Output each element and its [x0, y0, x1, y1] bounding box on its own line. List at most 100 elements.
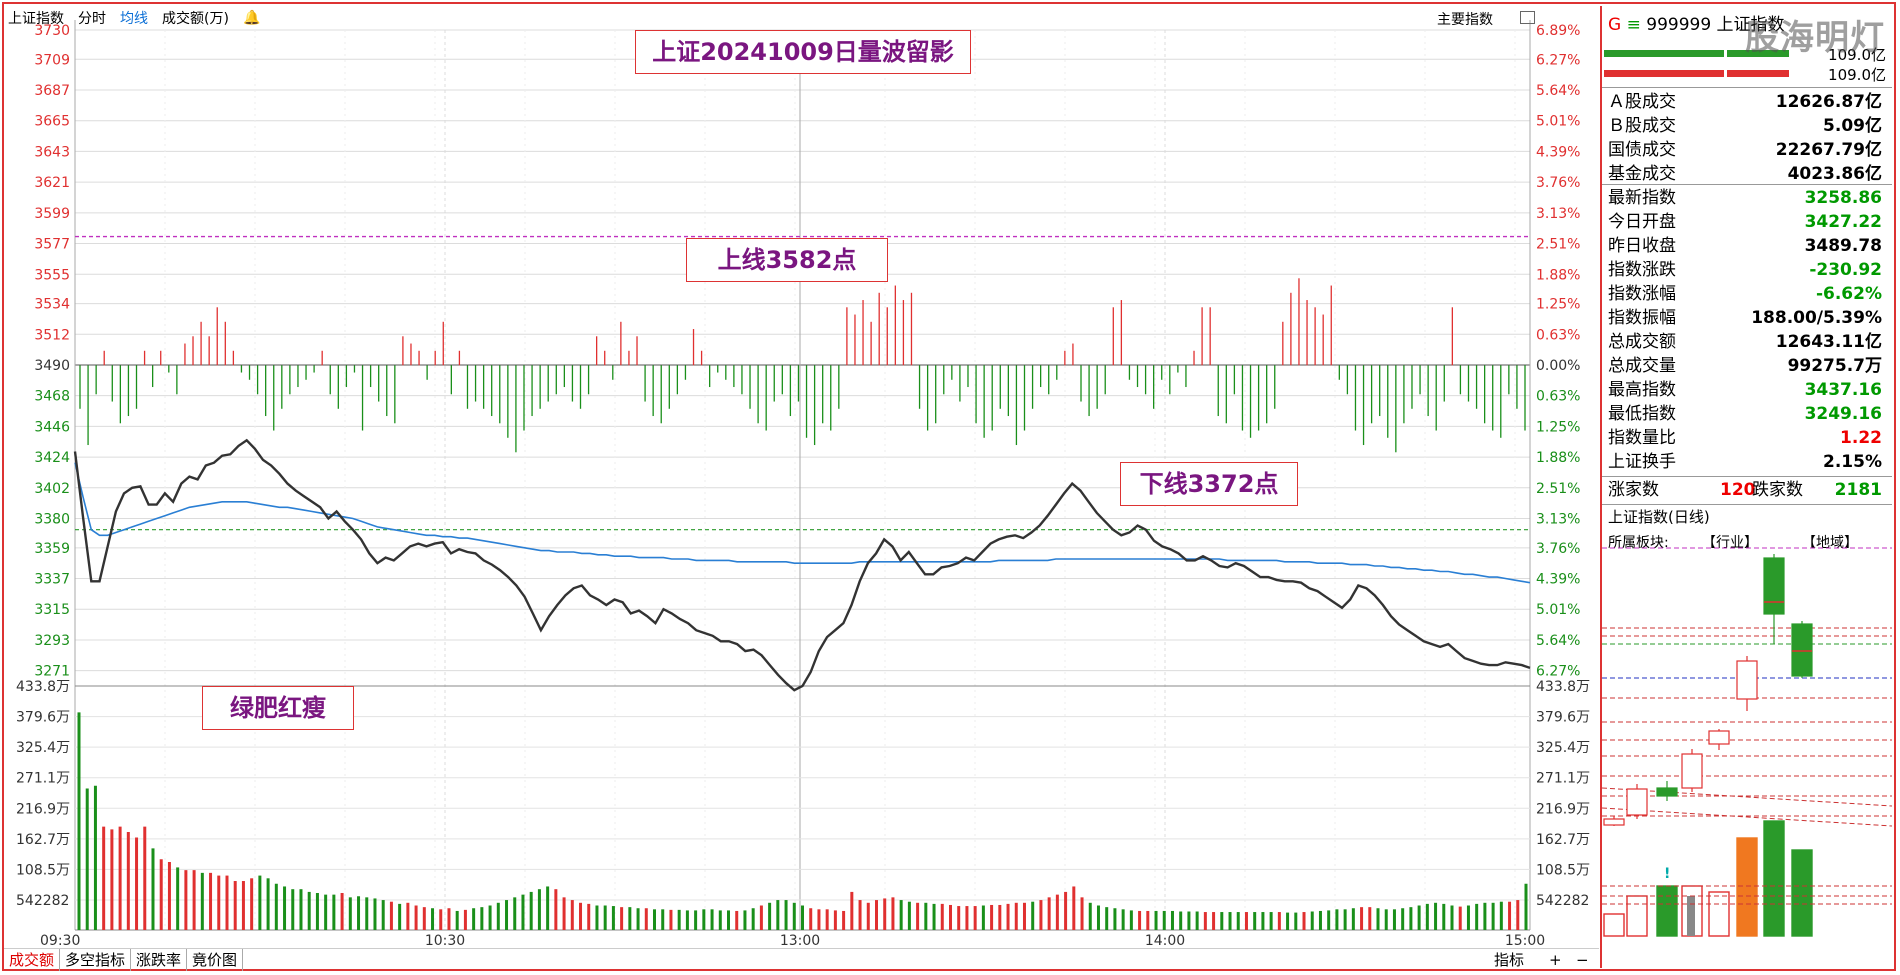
- group-prefix: G: [1608, 15, 1622, 35]
- stat-row: Ｂ股成交 5.09亿: [1602, 114, 1892, 138]
- zoom-in-button[interactable]: +: [1549, 949, 1562, 971]
- stat-value: 12643.11亿: [1775, 332, 1882, 352]
- time-tick: 13:00: [780, 933, 820, 949]
- tab-auction[interactable]: 竟价图: [187, 949, 244, 971]
- price-tick-left: 3293: [34, 633, 70, 649]
- stat-value: 188.00/5.39%: [1751, 308, 1882, 328]
- percent-tick-right: 6.89%: [1536, 23, 1580, 39]
- daily-kline-chart[interactable]: !: [1602, 526, 1892, 946]
- stat-value: 3249.16: [1804, 404, 1882, 424]
- percent-tick-right: 0.00%: [1536, 358, 1580, 374]
- percent-tick-right: 5.64%: [1536, 633, 1580, 649]
- tab-turnover-amount[interactable]: 成交额: [4, 949, 61, 971]
- percent-tick-right: 1.25%: [1536, 297, 1580, 313]
- sell-bar: [1604, 70, 1724, 77]
- mini-candle-body: [1763, 557, 1785, 615]
- indicator-button[interactable]: 指标: [1494, 949, 1524, 971]
- stat-label: 指数涨幅: [1608, 284, 1676, 304]
- stat-label: 最低指数: [1608, 404, 1676, 424]
- stat-value: -6.62%: [1815, 284, 1882, 304]
- stat-label: 基金成交: [1608, 164, 1676, 184]
- percent-tick-right: 6.27%: [1536, 52, 1580, 68]
- upper-line-annotation: 上线3582点: [686, 238, 888, 282]
- price-tick-left: 3337: [34, 572, 70, 588]
- percent-tick-right: 3.76%: [1536, 175, 1580, 191]
- time-tick: 15:00: [1505, 933, 1545, 949]
- volume-tick-right: 271.1万: [1536, 771, 1590, 787]
- percent-tick-right: 2.51%: [1536, 237, 1580, 253]
- stat-row: 最新指数 3258.86: [1602, 184, 1892, 210]
- volume-tick-right: 216.9万: [1536, 801, 1590, 817]
- stat-row: 总成交额 12643.11亿: [1602, 330, 1892, 354]
- stat-label: 最新指数: [1608, 188, 1676, 208]
- stat-label: 上证换手: [1608, 452, 1676, 472]
- mini-candle-body: [1681, 753, 1703, 789]
- stat-row: 昨日收盘 3489.78: [1602, 234, 1892, 258]
- percent-tick-right: 2.51%: [1536, 481, 1580, 497]
- zoom-out-button[interactable]: −: [1576, 949, 1589, 971]
- price-tick-left: 3687: [34, 83, 70, 99]
- right-info-panel: G ≡ 999999 上证指数 109.0亿 109.0亿 Ａ股成交 12626.…: [1600, 6, 1894, 968]
- stat-value: 3489.78: [1804, 236, 1882, 256]
- panel-toggle-icon[interactable]: [1520, 11, 1535, 24]
- volume-tick-left: 271.1万: [16, 771, 70, 787]
- mini-volume-bar: [1626, 895, 1648, 937]
- stat-label: 今日开盘: [1608, 212, 1676, 232]
- title-annotation: 上证20241009日量波留影: [635, 30, 971, 74]
- stat-label: Ａ股成交: [1608, 92, 1676, 112]
- stat-value: 99275.7万: [1787, 356, 1882, 376]
- tab-average-line[interactable]: 均线: [120, 8, 148, 28]
- intraday-chart[interactable]: 3730 6.89%3709 6.27%3687 5.64%3665 5.01%3643…: [0, 0, 1600, 975]
- stat-row: 最低指数 3249.16: [1602, 402, 1892, 426]
- percent-tick-right: 1.25%: [1536, 419, 1580, 435]
- stat-value: 5.09亿: [1823, 116, 1882, 136]
- price-tick-left: 3621: [34, 175, 70, 191]
- price-tick-left: 3599: [34, 206, 70, 222]
- tab-turnover[interactable]: 成交额(万): [162, 8, 229, 28]
- price-tick-left: 3665: [34, 114, 70, 130]
- stat-label: 最高指数: [1608, 380, 1676, 400]
- tab-time-share[interactable]: 分时: [78, 8, 106, 28]
- bottom-tab-bar: 成交额 多空指标 涨跌率 竟价图 指标 + −: [4, 948, 1599, 971]
- bell-icon[interactable]: 🔔: [243, 10, 260, 26]
- mini-volume-highlight: [1687, 896, 1695, 936]
- tab-up-down-rate[interactable]: 涨跌率: [131, 949, 188, 971]
- volume-tick-left: 162.7万: [16, 832, 70, 848]
- mini-volume-bar: [1656, 885, 1678, 937]
- down-count: 2181: [1834, 480, 1882, 500]
- percent-tick-right: 4.39%: [1536, 144, 1580, 160]
- mini-volume-highlight: [1742, 838, 1750, 936]
- stat-label: 昨日收盘: [1608, 236, 1676, 256]
- percent-tick-right: 3.76%: [1536, 541, 1580, 557]
- stat-row: 总成交量 99275.7万: [1602, 354, 1892, 378]
- bar-value-2: 109.0亿: [1828, 66, 1886, 84]
- stat-label: 指数量比: [1608, 428, 1676, 448]
- stat-value: 12626.87亿: [1775, 92, 1882, 112]
- percent-tick-right: 6.27%: [1536, 664, 1580, 680]
- mini-volume-bar: [1791, 849, 1813, 937]
- mini-chart-title: 上证指数(日线): [1608, 508, 1710, 526]
- stat-value: 2.15%: [1823, 452, 1882, 472]
- mini-candle-body: [1656, 787, 1678, 797]
- price-tick-left: 3402: [34, 481, 70, 497]
- mini-candle-body: [1603, 818, 1625, 826]
- stat-label: 总成交额: [1608, 332, 1676, 352]
- volume-tick-right: 542282: [1536, 893, 1589, 909]
- percent-tick-right: 3.13%: [1536, 206, 1580, 222]
- main-indicator-label[interactable]: 主要指数: [1437, 9, 1493, 29]
- time-tick: 10:30: [425, 933, 465, 949]
- stat-row: 国债成交 22267.79亿: [1602, 138, 1892, 162]
- stat-value: 1.22: [1840, 428, 1882, 448]
- stat-value: 4023.86亿: [1787, 164, 1882, 184]
- volume-tick-right: 433.8万: [1536, 679, 1590, 695]
- mini-candle-body: [1791, 623, 1813, 677]
- mini-candle-body: [1708, 730, 1730, 745]
- percent-tick-right: 5.01%: [1536, 114, 1580, 130]
- volume-tick-right: 379.6万: [1536, 710, 1590, 726]
- percent-tick-right: 4.39%: [1536, 572, 1580, 588]
- price-tick-left: 3534: [34, 297, 70, 313]
- percent-tick-right: 5.01%: [1536, 602, 1580, 618]
- price-tick-left: 3555: [34, 267, 70, 283]
- stat-row: Ａ股成交 12626.87亿: [1602, 90, 1892, 114]
- tab-long-short[interactable]: 多空指标: [60, 949, 132, 971]
